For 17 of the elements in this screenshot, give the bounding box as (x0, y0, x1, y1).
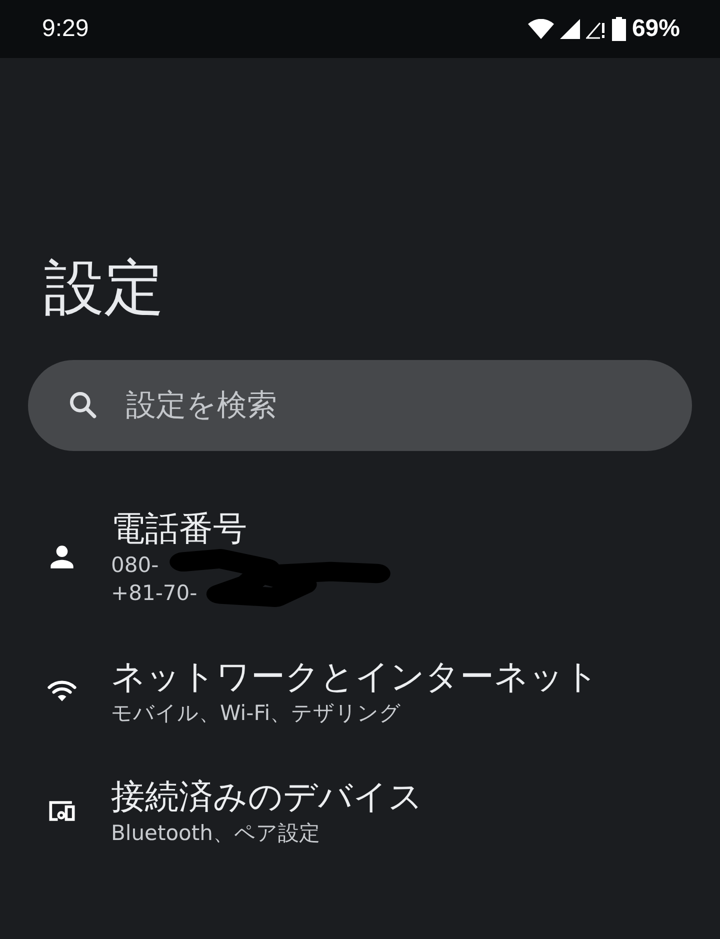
item-summary: 080- (111, 552, 160, 579)
battery-icon (612, 17, 626, 41)
item-summary: モバイル、Wi-Fi、テザリング (111, 700, 402, 727)
clock-time: 9:29 (42, 15, 89, 43)
search-field[interactable]: 設定を検索 (28, 360, 692, 451)
wifi-icon (528, 19, 554, 39)
page-title: 設定 (44, 252, 165, 325)
item-summary: Bluetooth、ペア設定 (111, 820, 321, 847)
signal-icon (560, 19, 580, 39)
item-title: 電話番号 (111, 508, 247, 551)
item-title: 接続済みのデバイス (111, 776, 423, 819)
settings-item[interactable]: ネットワークとインターネット モバイル、Wi-Fi、テザリング (0, 655, 720, 727)
battery-percent: 69% (632, 15, 680, 43)
item-summary: +81-70- (111, 580, 198, 607)
settings-item[interactable]: 電話番号 080- +81-70- (0, 507, 720, 607)
settings-item[interactable]: 接続済みのデバイス Bluetooth、ペア設定 (0, 775, 720, 847)
item-title: ネットワークとインターネット (111, 656, 599, 699)
